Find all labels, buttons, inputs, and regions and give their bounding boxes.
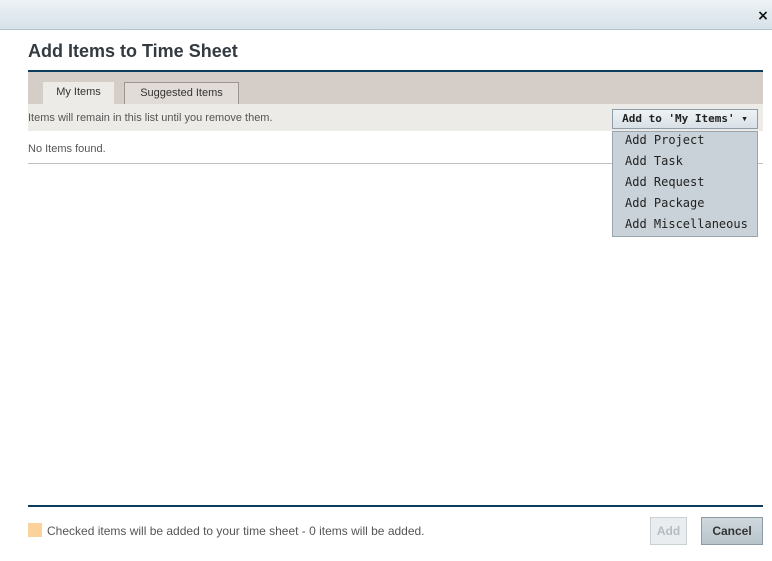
footer-status-text: Checked items will be added to your time… <box>47 524 425 538</box>
menu-item-add-task[interactable]: Add Task <box>613 154 757 175</box>
menu-item-add-request[interactable]: Add Request <box>613 175 757 196</box>
cancel-button[interactable]: Cancel <box>701 517 763 545</box>
footer-divider <box>28 505 763 507</box>
dialog-title: Add Items to Time Sheet <box>28 41 238 61</box>
info-text: Items will remain in this list until you… <box>28 112 273 124</box>
dialog-titlebar: × <box>0 0 772 30</box>
menu-item-add-project[interactable]: Add Project <box>613 133 757 154</box>
tab-bar: My Items Suggested Items <box>28 72 763 104</box>
empty-list-message: No Items found. <box>28 143 106 155</box>
tab-my-items[interactable]: My Items <box>43 82 114 104</box>
add-items-menu: Add Project Add Task Add Request Add Pac… <box>612 131 758 237</box>
tab-suggested-items[interactable]: Suggested Items <box>124 82 239 104</box>
add-button[interactable]: Add <box>650 517 687 545</box>
add-to-my-items-dropdown[interactable]: Add to 'My Items' ▾ <box>612 109 758 129</box>
menu-item-add-package[interactable]: Add Package <box>613 196 757 217</box>
checked-legend-swatch <box>28 523 42 537</box>
menu-item-add-miscellaneous[interactable]: Add Miscellaneous <box>613 217 757 238</box>
close-icon[interactable]: × <box>756 8 770 24</box>
